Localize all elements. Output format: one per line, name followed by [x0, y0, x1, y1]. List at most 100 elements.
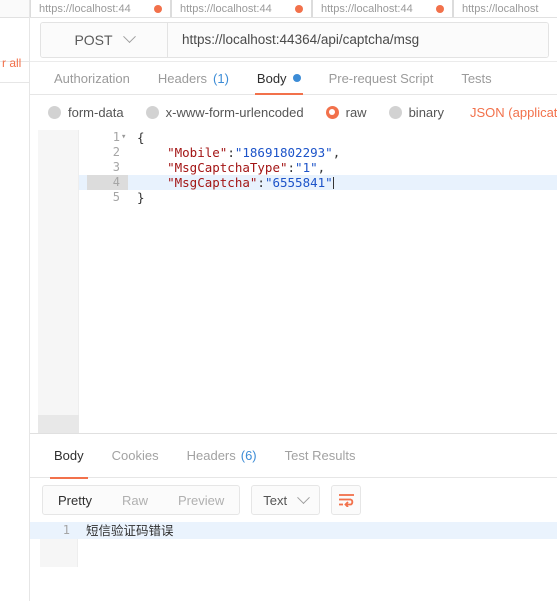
unsaved-changes-dot-icon — [154, 5, 162, 13]
request-tab[interactable]: https://localhost:44 — [312, 0, 453, 17]
response-format-select[interactable]: Text — [251, 485, 321, 515]
tab-label: Authorization — [54, 70, 130, 86]
response-line-text: 短信验证码错误 — [86, 523, 174, 538]
line-number: 1 — [112, 130, 120, 144]
unsaved-changes-dot-icon — [295, 5, 303, 13]
code-fold-icon[interactable]: ▾ — [121, 130, 126, 145]
view-mode-raw[interactable]: Raw — [107, 486, 163, 514]
tab-headers[interactable]: Headers (1) — [144, 62, 243, 94]
response-tab-label: Body — [54, 448, 84, 463]
url-input[interactable]: https://localhost:44364/api/captcha/msg — [168, 22, 548, 57]
chevron-down-icon — [297, 490, 310, 504]
response-tab-count-badge: (6) — [240, 448, 257, 463]
view-mode-preview[interactable]: Preview — [163, 486, 239, 514]
body-type-raw[interactable]: raw — [325, 105, 367, 120]
body-type-options: form-data x-www-form-urlencoded raw binary J… — [30, 95, 557, 129]
request-tab-label: https://localhost:44 — [39, 3, 131, 15]
response-content[interactable]: 1 短信验证码错误 — [30, 522, 557, 539]
response-tabs: Body Cookies Headers (6) Test Results — [30, 434, 557, 479]
response-tab-cookies[interactable]: Cookies — [98, 434, 173, 478]
code-line[interactable]: 5} — [79, 190, 557, 205]
request-tab-label: https://localhost:44 — [321, 3, 413, 15]
radio-icon[interactable] — [48, 105, 61, 119]
code-line[interactable]: 2 "Mobile":"18691802293", — [79, 145, 557, 160]
left-strip-tab-area — [0, 0, 29, 18]
radio-icon[interactable] — [388, 105, 402, 119]
editor-content[interactable]: 1 ▾{2 "Mobile":"18691802293", 3 "MsgCaptch… — [79, 130, 557, 433]
code-token: , — [332, 145, 341, 160]
url-bar-row: POST https://localhost:44364/api/captcha… — [30, 18, 557, 62]
request-tab-bar: https://localhost:44 https://localhost:44… — [30, 0, 557, 18]
tab-pre-request-script[interactable]: Pre-request Script — [315, 62, 448, 94]
request-tab[interactable]: https://localhost:44 — [171, 0, 312, 17]
code-text: } — [137, 190, 145, 205]
response-toolbar: Pretty Raw Preview Text — [30, 478, 557, 522]
tab-label: Pre-request Script — [328, 70, 434, 86]
radio-icon[interactable] — [145, 105, 159, 119]
code-token: : — [287, 160, 296, 175]
request-section-tabs: Authorization Headers (1) Body Pre-request S… — [30, 62, 557, 95]
tab-tests[interactable]: Tests — [447, 62, 505, 94]
code-token: "1" — [295, 160, 318, 175]
response-line-number: 1 — [62, 523, 70, 537]
tab-body[interactable]: Body — [243, 62, 315, 95]
body-present-dot-icon — [292, 74, 301, 82]
main-panel: https://localhost:44 https://localhost:44… — [30, 0, 557, 601]
tab-label: Headers — [157, 70, 208, 86]
response-line: 1 短信验证码错误 — [30, 522, 557, 539]
code-token: "MsgCaptchaType" — [137, 160, 288, 175]
line-number: 3 — [112, 160, 120, 174]
line-number: 2 — [112, 145, 120, 159]
text-cursor — [332, 177, 334, 189]
view-mode-pretty[interactable]: Pretty — [43, 486, 107, 514]
content-type-select[interactable]: JSON (application/js — [470, 105, 557, 120]
code-line[interactable]: 1 ▾ { — [79, 130, 557, 145]
unsaved-changes-dot-icon — [436, 5, 444, 13]
code-text: "MsgCaptchaType":"1", — [137, 160, 325, 175]
code-token: : — [257, 175, 265, 190]
request-body-editor[interactable]: 1 ▾{2 "Mobile":"18691802293", 3 "MsgCaptch… — [30, 129, 557, 433]
code-text: { — [137, 130, 145, 145]
response-tab-test-results[interactable]: Test Results — [271, 434, 370, 478]
body-type-binary[interactable]: binary — [388, 104, 444, 120]
tab-authorization[interactable]: Authorization — [40, 62, 144, 94]
code-text: "Mobile":"18691802293", — [137, 145, 340, 160]
code-token: { — [137, 130, 145, 145]
request-tab[interactable]: https://localhost:44 — [30, 0, 171, 17]
body-type-form-data[interactable]: form-data — [48, 105, 124, 120]
line-number: 5 — [112, 190, 120, 204]
body-type-x-www-form-urlencoded[interactable]: x-www-form-urlencoded — [145, 104, 304, 120]
word-wrap-button[interactable] — [331, 485, 362, 515]
chevron-down-icon — [122, 30, 136, 44]
response-body[interactable]: 1 短信验证码错误 — [30, 522, 557, 567]
code-token: } — [137, 190, 145, 205]
sidebar-scrollbar-track[interactable] — [16, 110, 24, 580]
code-line[interactable]: 4 "MsgCaptcha":"6555841" — [79, 175, 557, 190]
code-line[interactable]: 3 "MsgCaptchaType":"1", — [79, 160, 557, 175]
code-text: "MsgCaptcha":"6555841" — [137, 175, 334, 190]
http-method-label: POST — [74, 31, 113, 48]
response-tab-label: Headers — [186, 448, 236, 463]
request-tab[interactable]: https://localhost — [453, 0, 557, 17]
left-strip-divider — [0, 82, 29, 83]
url-bar: POST https://localhost:44364/api/captcha… — [40, 21, 549, 58]
body-type-label: form-data — [68, 104, 124, 120]
body-type-label: binary — [408, 104, 444, 120]
tab-label: Body — [256, 70, 287, 86]
editor-gutter-footer — [38, 415, 79, 433]
response-tab-body[interactable]: Body — [40, 434, 98, 479]
code-token: "18691802293" — [234, 145, 333, 160]
body-type-label: x-www-form-urlencoded — [165, 104, 304, 120]
word-wrap-icon — [338, 494, 354, 507]
response-tab-headers[interactable]: Headers (6) — [173, 434, 271, 478]
code-token: "6555841" — [264, 175, 333, 190]
request-tab-label: https://localhost:44 — [180, 3, 272, 15]
clear-all-link[interactable]: r all — [2, 56, 21, 70]
http-method-select[interactable]: POST — [41, 22, 168, 57]
line-number: 4 — [87, 175, 128, 190]
radio-icon[interactable] — [325, 105, 339, 119]
request-tab-label: https://localhost — [462, 3, 539, 15]
tab-label: Tests — [461, 70, 492, 86]
code-token: "MsgCaptcha" — [137, 175, 258, 190]
left-sidebar-strip: r all — [0, 0, 30, 601]
